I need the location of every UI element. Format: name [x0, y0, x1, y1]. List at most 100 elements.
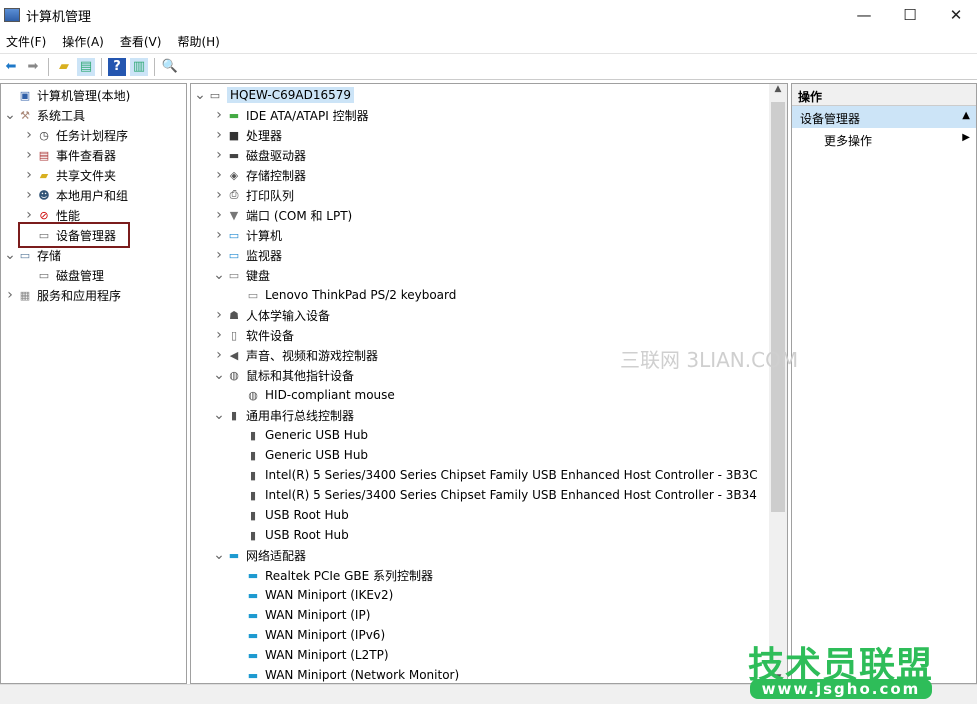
collapse-arrow-icon[interactable]: ⌄	[3, 247, 17, 263]
tree-item[interactable]: ▬ WAN Miniport (Network Monitor)	[231, 665, 459, 683]
tree-item[interactable]: ▬ WAN Miniport (L2TP)	[231, 645, 389, 665]
tree-item[interactable]: › ⎙ 打印队列	[212, 185, 294, 205]
tree-item[interactable]: ⌄ ▮ 通用串行总线控制器	[212, 405, 354, 425]
tree-item[interactable]: › ▭ 监视器	[212, 245, 282, 265]
tree-item[interactable]: ⌄ ▭ 存储	[3, 245, 61, 265]
scrollbar-thumb[interactable]	[771, 102, 785, 512]
maximize-button[interactable]: ☐	[887, 0, 933, 30]
expand-arrow-icon[interactable]: ›	[212, 327, 226, 343]
vertical-scrollbar[interactable]: ▲ ▼	[769, 84, 787, 683]
tree-item[interactable]: ▮ USB Root Hub	[231, 505, 349, 525]
tree-item[interactable]: › ▯ 软件设备	[212, 325, 294, 345]
tree-item[interactable]: ▮ Generic USB Hub	[231, 445, 368, 465]
collapse-icon[interactable]: ▲	[962, 110, 970, 121]
tree-item[interactable]: ▮ Intel(R) 5 Series/3400 Series Chipset F…	[231, 465, 758, 485]
expand-arrow-icon[interactable]: ›	[22, 167, 36, 183]
tree-item[interactable]: › ◷ 任务计划程序	[22, 125, 128, 145]
disk-drive-icon: ▬	[228, 148, 240, 162]
tree-item[interactable]: › ▭ 计算机	[212, 225, 282, 245]
tree-item-label: 设备管理器	[56, 228, 117, 243]
expand-arrow-icon[interactable]: ›	[22, 127, 36, 143]
menu-help[interactable]: 帮助(H)	[177, 33, 219, 50]
tree-item[interactable]: › ▰ 共享文件夹	[22, 165, 116, 185]
close-button[interactable]: ✕	[933, 0, 977, 30]
tree-item-label: 端口 (COM 和 LPT)	[246, 208, 353, 223]
collapse-arrow-icon[interactable]: ⌄	[212, 407, 226, 423]
menu-action[interactable]: 操作(A)	[62, 33, 104, 50]
collapse-arrow-icon[interactable]: ⌄	[212, 547, 226, 563]
tree-item[interactable]: ▬ WAN Miniport (IPv6)	[231, 625, 385, 645]
collapse-arrow-icon[interactable]: ⌄	[212, 267, 226, 283]
expand-arrow-icon[interactable]: ›	[3, 287, 17, 303]
tree-item[interactable]: › ☗ 人体学输入设备	[212, 305, 330, 325]
expand-arrow-icon[interactable]: ›	[212, 207, 226, 223]
tree-item[interactable]: › ⊘ 性能	[22, 205, 80, 225]
expand-arrow-icon[interactable]: ›	[212, 247, 226, 263]
actions-section-device-manager[interactable]: 设备管理器 ▲	[792, 106, 976, 128]
tree-item-label: USB Root Hub	[265, 508, 349, 522]
tree-item[interactable]: ▬ WAN Miniport (IKEv2)	[231, 585, 394, 605]
back-arrow-icon[interactable]: ⬅	[2, 58, 20, 76]
tree-item[interactable]: ▭ 磁盘管理	[22, 265, 104, 285]
tree-item-label: USB Root Hub	[265, 528, 349, 542]
collapse-arrow-icon[interactable]: ⌄	[193, 87, 207, 103]
tree-item[interactable]: ⌄ ▭ 键盘	[212, 265, 270, 285]
show-hide-console-tree-icon[interactable]: ▤	[77, 57, 95, 76]
more-actions-item[interactable]: 更多操作 ▶	[792, 128, 976, 150]
tree-item[interactable]: ▬ WAN Miniport (IP)	[231, 605, 371, 625]
forward-arrow-icon[interactable]: ➡	[24, 58, 42, 76]
tree-item[interactable]: ▮ Generic USB Hub	[231, 425, 368, 445]
tree-item-label: Generic USB Hub	[265, 448, 369, 462]
tree-item[interactable]: ▭ 设备管理器	[17, 222, 131, 248]
mouse-icon: ◍	[248, 388, 258, 402]
tree-item[interactable]: ⌄ ▬ 网络适配器	[212, 545, 306, 565]
minimize-button[interactable]: —	[841, 0, 887, 30]
help-icon[interactable]: ?	[108, 57, 126, 76]
menu-file[interactable]: 文件(F)	[6, 33, 46, 50]
tree-item[interactable]: › ◈ 存储控制器	[212, 165, 306, 185]
expand-arrow-icon[interactable]: ›	[212, 307, 226, 323]
tree-item[interactable]: › ▼ 端口 (COM 和 LPT)	[212, 205, 352, 225]
collapse-arrow-icon[interactable]: ⌄	[3, 107, 17, 123]
tree-item-label: 通用串行总线控制器	[246, 408, 355, 423]
scroll-up-icon[interactable]: ▲	[769, 84, 787, 94]
tree-item[interactable]: › ■ 处理器	[212, 125, 282, 145]
expand-arrow-icon[interactable]: ›	[22, 187, 36, 203]
tree-item[interactable]: ⌄ ▭ HQEW-C69AD16579	[193, 85, 355, 105]
properties-icon[interactable]: 🔍	[161, 58, 179, 76]
tree-item[interactable]: ▮ USB Root Hub	[231, 525, 349, 545]
tree-item[interactable]: › ▬ IDE ATA/ATAPI 控制器	[212, 105, 368, 125]
tree-item[interactable]: ▣ 计算机管理(本地)	[3, 85, 131, 105]
tree-item-label: 处理器	[246, 128, 283, 143]
device-tree-pane: ▲ ▼ ⌄ ▭ HQEW-C69AD16579 › ▬ IDE ATA/ATAPI 控制器…	[190, 83, 788, 684]
expand-arrow-icon[interactable]: ›	[212, 227, 226, 243]
expand-arrow-icon[interactable]: ›	[212, 187, 226, 203]
tree-item-label: 共享文件夹	[56, 168, 117, 183]
tree-item[interactable]: › ☻ 本地用户和组	[22, 185, 128, 205]
tree-item[interactable]: ◍ HID-compliant mouse	[231, 385, 395, 405]
expand-arrow-icon[interactable]: ›	[22, 147, 36, 163]
expand-arrow-icon[interactable]: ›	[212, 107, 226, 123]
tree-item-label: 监视器	[246, 248, 283, 263]
expand-arrow-icon[interactable]: ›	[212, 127, 226, 143]
expand-arrow-icon[interactable]: ›	[212, 147, 226, 163]
tree-item[interactable]: › ▤ 事件查看器	[22, 145, 116, 165]
tree-item[interactable]: › ▬ 磁盘驱动器	[212, 145, 306, 165]
tree-item[interactable]: ▬ Realtek PCIe GBE 系列控制器	[231, 565, 433, 585]
expand-arrow-icon[interactable]: ›	[212, 347, 226, 363]
tree-item[interactable]: ⌄ ⚒ 系统工具	[3, 105, 85, 125]
tree-item[interactable]: ▮ Intel(R) 5 Series/3400 Series Chipset F…	[231, 485, 757, 505]
tree-item[interactable]: ⌄ ◍ 鼠标和其他指针设备	[212, 365, 354, 385]
expand-arrow-icon[interactable]: ›	[22, 207, 36, 223]
tree-item-label: 鼠标和其他指针设备	[246, 368, 355, 383]
tree-item[interactable]: ▭ Lenovo ThinkPad PS/2 keyboard	[231, 285, 457, 305]
collapse-arrow-icon[interactable]: ⌄	[212, 367, 226, 383]
tree-item[interactable]: › ▦ 服务和应用程序	[3, 285, 121, 305]
expand-arrow-icon[interactable]: ›	[212, 167, 226, 183]
tree-item-label: 键盘	[246, 268, 271, 283]
show-hide-action-pane-icon[interactable]: ▥	[130, 57, 148, 76]
up-folder-icon[interactable]: ▰	[55, 58, 73, 76]
menu-view[interactable]: 查看(V)	[120, 33, 162, 50]
printer-icon: ⎙	[229, 188, 239, 201]
tree-item[interactable]: › ◀ 声音、视频和游戏控制器	[212, 345, 378, 365]
